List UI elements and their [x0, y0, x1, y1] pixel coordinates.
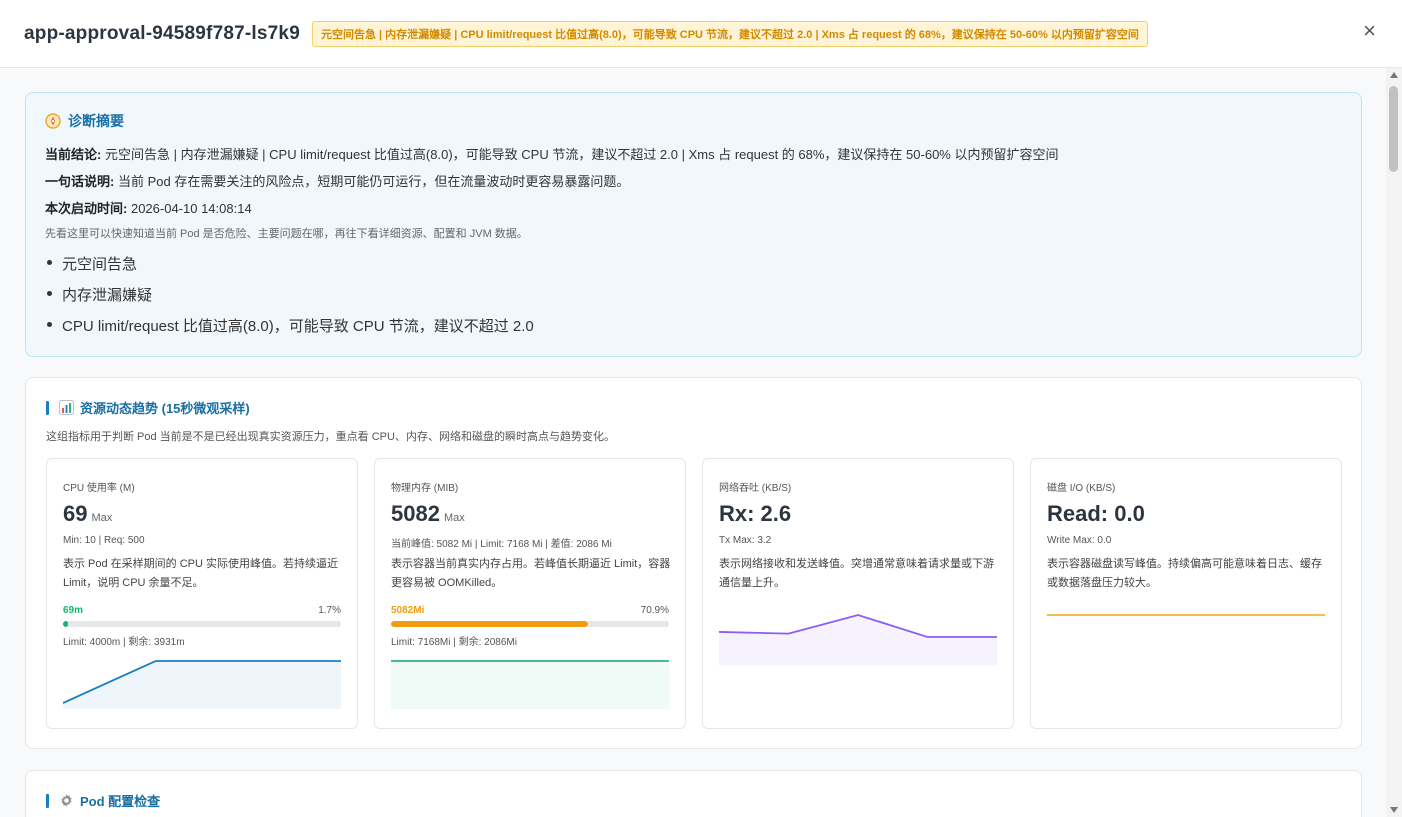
- explain-label: 一句话说明:: [45, 174, 115, 189]
- summary-title-text: 诊断摘要: [68, 113, 124, 129]
- compass-icon: [45, 113, 61, 129]
- card-description: 表示网络接收和发送峰值。突增通常意味着请求量或下游通信量上升。: [719, 558, 994, 589]
- card-value: 69 Max: [63, 501, 112, 527]
- list-item: CPU limit/request 比值过高(8.0)，可能导致 CPU 节流，…: [45, 315, 1342, 336]
- memory-sparkline: [391, 660, 669, 709]
- card-subtext: Tx Max: 3.2: [719, 535, 772, 546]
- card-label: 磁盘 I/O (KB/S): [1047, 483, 1116, 494]
- card-subtext: Min: 10 | Req: 500: [63, 535, 145, 546]
- memory-metric-card: 物理内存 (MIB) 5082 Max 当前峰值: 5082 Mi | Limit…: [374, 458, 686, 729]
- card-value: 5082 Max: [391, 501, 465, 527]
- pod-title: app-approval-94589f787-ls7k9: [24, 22, 300, 44]
- cpu-metric-card: CPU 使用率 (M) 69 Max Min: 10 | Req: 500 表示 …: [46, 458, 358, 729]
- section-accent-bar: [46, 400, 49, 415]
- summary-title: 诊断摘要: [45, 111, 1342, 131]
- start-time-label: 本次启动时间:: [45, 201, 128, 216]
- scroll-up-arrow-icon[interactable]: [1390, 72, 1398, 78]
- explain-text: 当前 Pod 存在需要关注的风险点，短期可能仍可运行，但在流量波动时更容易暴露问…: [117, 174, 630, 189]
- disk-sparkline: [1047, 614, 1325, 616]
- card-subtext: 当前峰值: 5082 Mi | Limit: 7168 Mi | 差值: 208…: [391, 539, 612, 550]
- progress-meta: Limit: 7168Mi | 剩余: 2086Mi: [391, 637, 517, 648]
- section-title: 资源动态趋势 (15秒微观采样): [46, 398, 250, 417]
- cpu-sparkline: [63, 660, 341, 709]
- progress-percent: 70.9%: [640, 605, 669, 616]
- pod-config-section: Pod 配置检查: [25, 770, 1362, 817]
- progress-current: 5082Mi: [391, 605, 425, 616]
- gear-icon: [61, 794, 72, 807]
- progress-meta: Limit: 4000m | 剩余: 3931m: [63, 637, 185, 648]
- card-description: 表示 Pod 在采样期间的 CPU 实际使用峰值。若持续逼近 Limit，说明 …: [63, 558, 339, 589]
- card-value-number: Rx: 2.6: [719, 501, 792, 526]
- resource-trend-section: 资源动态趋势 (15秒微观采样) 这组指标用于判断 Pod 当前是不是已经出现真…: [25, 377, 1362, 749]
- card-value: Rx: 2.6: [719, 501, 791, 527]
- progress-track: [391, 621, 669, 627]
- card-label: 物理内存 (MIB): [391, 483, 459, 494]
- scroll-thumb[interactable]: [1389, 86, 1398, 172]
- section-accent-bar: [46, 793, 49, 808]
- network-metric-card: 网络吞吐 (KB/S) Rx: 2.6 Tx Max: 3.2 表示网络接收和发…: [702, 458, 1014, 729]
- card-subtext: Write Max: 0.0: [1047, 535, 1112, 546]
- progress-fill: [63, 621, 68, 627]
- card-value-unit: Max: [443, 512, 465, 524]
- sparkline-area: [391, 661, 669, 709]
- close-button[interactable]: ×: [1363, 20, 1376, 42]
- summary-conclusion: 当前结论: 元空间告急 | 内存泄漏嫌疑 | CPU limit/request…: [45, 144, 1342, 163]
- card-description: 表示容器磁盘读写峰值。持续偏高可能意味着日志、缓存或数据落盘压力较大。: [1047, 558, 1322, 589]
- card-value-number: 69: [63, 501, 88, 526]
- progress-track: [63, 621, 341, 627]
- card-label: CPU 使用率 (M): [63, 483, 135, 494]
- scrollbar[interactable]: [1386, 68, 1402, 817]
- sparkline-area: [719, 615, 997, 665]
- section-title-text: Pod 配置检查: [80, 794, 161, 809]
- progress-current: 69m: [63, 605, 84, 616]
- summary-explain: 一句话说明: 当前 Pod 存在需要关注的风险点，短期可能仍可运行，但在流量波动…: [45, 171, 1342, 190]
- card-description: 表示容器当前真实内存占用。若峰值长期逼近 Limit，容器更容易被 OOMKil…: [391, 558, 671, 589]
- bar-chart-icon: [59, 400, 74, 415]
- section-description: 这组指标用于判断 Pod 当前是不是已经出现真实资源压力，重点看 CPU、内存、…: [46, 431, 615, 443]
- network-sparkline: [719, 614, 997, 665]
- list-item: 内存泄漏嫌疑: [45, 284, 1342, 305]
- progress-fill: [391, 621, 589, 627]
- conclusion-text: 元空间告急 | 内存泄漏嫌疑 | CPU limit/request 比值过高(…: [104, 147, 1059, 162]
- progress-percent: 1.7%: [318, 605, 341, 616]
- disk-metric-card: 磁盘 I/O (KB/S) Read: 0.0 Write Max: 0.0 表…: [1030, 458, 1342, 729]
- section-title-text: 资源动态趋势 (15秒微观采样): [80, 401, 250, 416]
- modal-header: app-approval-94589f787-ls7k9 元空间告急 | 内存泄…: [0, 0, 1402, 68]
- card-value-number: 5082: [391, 501, 440, 526]
- conclusion-label: 当前结论:: [45, 147, 102, 162]
- section-title: Pod 配置检查: [46, 791, 160, 810]
- card-value: Read: 0.0: [1047, 501, 1145, 527]
- card-label: 网络吞吐 (KB/S): [719, 483, 792, 494]
- summary-start-time: 本次启动时间: 2026-04-10 14:08:14: [45, 198, 1342, 217]
- card-value-number: Read: 0.0: [1047, 501, 1145, 526]
- card-value-unit: Max: [91, 512, 113, 524]
- modal-body[interactable]: 诊断摘要 当前结论: 元空间告急 | 内存泄漏嫌疑 | CPU limit/re…: [0, 68, 1386, 817]
- scroll-down-arrow-icon[interactable]: [1390, 807, 1398, 813]
- list-item: 元空间告急: [45, 253, 1342, 274]
- progress-labels: 5082Mi 70.9%: [391, 605, 669, 616]
- summary-hint: 先看这里可以快速知道当前 Pod 是否危险、主要问题在哪，再往下看详细资源、配置…: [45, 228, 528, 240]
- start-time-value: 2026-04-10 14:08:14: [130, 201, 252, 216]
- alert-badge: 元空间告急 | 内存泄漏嫌疑 | CPU limit/request 比值过高(…: [311, 20, 1148, 47]
- progress-labels: 69m 1.7%: [63, 605, 341, 616]
- summary-issue-list: 元空间告急 内存泄漏嫌疑 CPU limit/request 比值过高(8.0)…: [45, 253, 1342, 336]
- diagnosis-summary: 诊断摘要 当前结论: 元空间告急 | 内存泄漏嫌疑 | CPU limit/re…: [25, 92, 1362, 357]
